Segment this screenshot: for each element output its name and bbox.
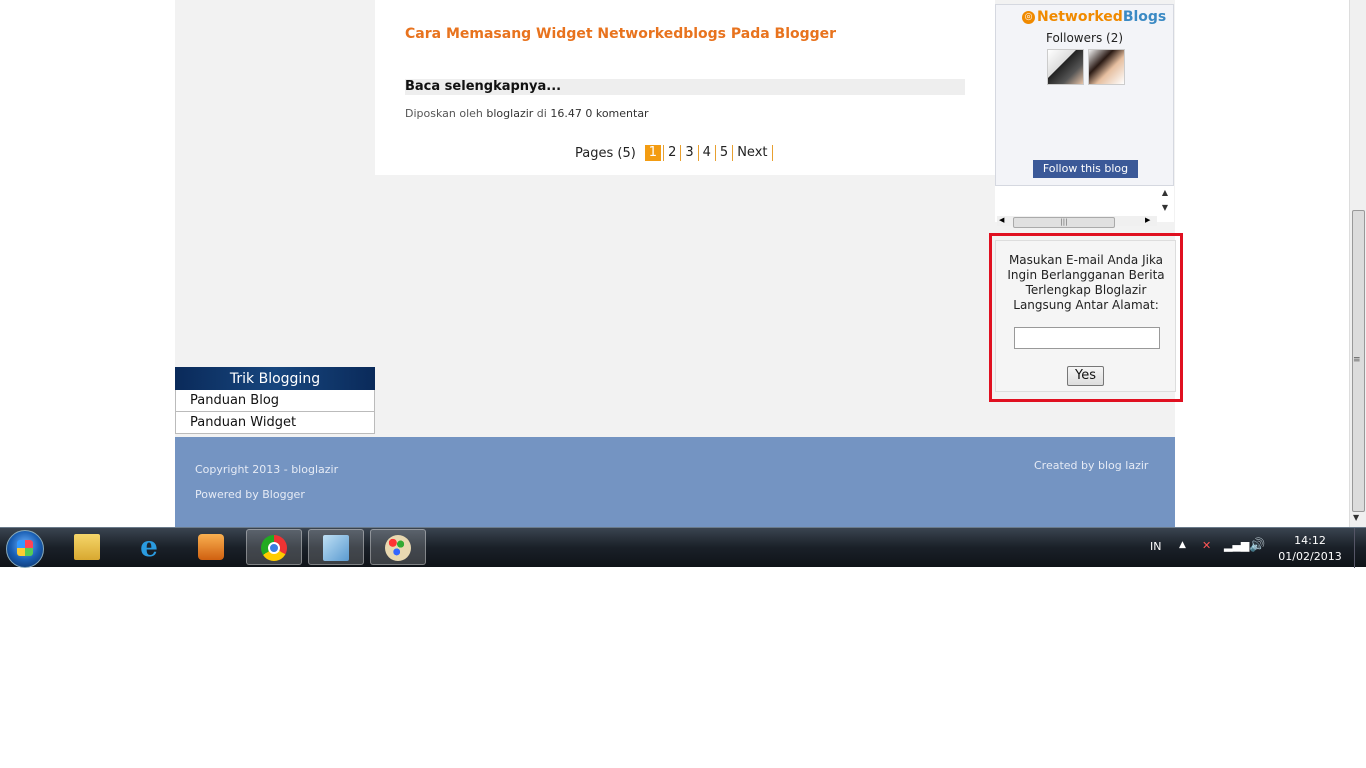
language-indicator[interactable]: IN: [1150, 540, 1161, 580]
taskbar-explorer-button[interactable]: [60, 529, 116, 565]
meta-at: di: [536, 107, 547, 120]
page-4-link[interactable]: 4: [697, 145, 715, 161]
post-title-link[interactable]: Cara Memasang Widget Networkedblogs Pada…: [405, 26, 836, 42]
chrome-icon: [261, 535, 287, 561]
scroll-up-arrow-icon[interactable]: ▲: [1162, 188, 1168, 197]
logo-blogs-text: Blogs: [1122, 9, 1167, 25]
browser-viewport: Cara Memasang Widget Networkedblogs Pada…: [0, 0, 1349, 527]
page-3-link[interactable]: 3: [680, 145, 697, 161]
signal-bars-icon[interactable]: ▂▄▆: [1224, 539, 1249, 579]
horizontal-scroll-thumb[interactable]: |||: [1013, 217, 1115, 228]
subscribe-yes-button[interactable]: Yes: [1067, 366, 1104, 386]
windows-logo-icon: [17, 540, 33, 556]
widget-scroll-area: ▲ ▼ ◀ ||| ▶: [995, 186, 1174, 228]
notes-icon: [323, 535, 349, 561]
scroll-right-arrow-icon[interactable]: ▶: [1145, 216, 1150, 224]
paint-palette-icon: [385, 535, 411, 561]
folder-icon: [74, 534, 100, 560]
show-desktop-button[interactable]: [1354, 528, 1366, 568]
footer-copyright: Copyright 2013 - bloglazir: [195, 463, 339, 476]
page-1-link[interactable]: 1: [644, 145, 662, 161]
page-vertical-scrollbar[interactable]: ≡ ▼: [1349, 0, 1366, 527]
networkedblogs-logo-icon: ◎: [1022, 10, 1035, 24]
logo-networked-text: Networked: [1037, 9, 1123, 25]
follower-avatar[interactable]: [1088, 49, 1125, 85]
right-sidebar: ◎ Networked Blogs Followers (2) Follow th…: [995, 4, 1174, 228]
pages-label: Pages (5): [575, 145, 636, 161]
taskbar-chrome-button[interactable]: [246, 529, 302, 565]
scroll-left-arrow-icon[interactable]: ◀: [999, 216, 1004, 224]
show-hidden-icons-icon[interactable]: ▲: [1179, 540, 1186, 580]
footer: Copyright 2013 - bloglazir Powered by Bl…: [175, 437, 1175, 527]
clock-date: 01/02/2013: [1278, 550, 1342, 563]
clock-time: 14:12: [1294, 534, 1326, 547]
system-clock[interactable]: 14:12 01/02/2013: [1276, 533, 1344, 573]
widget-item-panduan-widget[interactable]: Panduan Widget: [175, 412, 375, 434]
read-more-link[interactable]: Baca selengkapnya...: [405, 79, 965, 95]
subscribe-text: Masukan E-mail Anda Jika Ingin Berlangga…: [1007, 253, 1165, 312]
post-time-link[interactable]: 16.47: [550, 107, 582, 120]
scroll-grip-icon: ≡: [1353, 355, 1361, 365]
footer-created-link[interactable]: Created by blog lazir: [1034, 459, 1148, 472]
taskbar-ie-button[interactable]: e: [122, 529, 178, 565]
followers-count: Followers (2): [1045, 31, 1124, 45]
page-scroll-down-icon[interactable]: ▼: [1353, 513, 1359, 522]
post-meta: Diposkan oleh bloglazir di 16.47 0 komen…: [405, 107, 649, 120]
pagination: Pages (5) 1 2 3 4 5 Next: [575, 145, 773, 161]
follower-avatar[interactable]: [1047, 49, 1084, 85]
scroll-down-arrow-icon[interactable]: ▼: [1162, 203, 1168, 212]
page-2-link[interactable]: 2: [663, 145, 680, 161]
networkedblogs-widget: ◎ Networked Blogs Followers (2) Follow th…: [995, 4, 1174, 186]
page-5-link[interactable]: 5: [714, 145, 732, 161]
taskbar-notes-button[interactable]: [308, 529, 364, 565]
post-area: Cara Memasang Widget Networkedblogs Pada…: [375, 0, 995, 175]
email-subscribe-widget: Masukan E-mail Anda Jika Ingin Berlangga…: [995, 240, 1176, 392]
internet-explorer-icon: e: [140, 530, 158, 563]
next-page-link[interactable]: Next: [732, 145, 773, 161]
footer-powered-link[interactable]: Powered by Blogger: [195, 488, 305, 501]
taskbar-paint-button[interactable]: [370, 529, 426, 565]
networkedblogs-logo[interactable]: ◎ Networked Blogs: [1022, 9, 1166, 25]
widget-item-panduan-blog[interactable]: Panduan Blog: [175, 390, 375, 412]
volume-icon[interactable]: 🔊: [1249, 538, 1265, 578]
media-player-icon: [198, 534, 224, 560]
comments-link[interactable]: 0 komentar: [585, 107, 648, 120]
meta-prefix: Diposkan oleh: [405, 107, 483, 120]
taskbar-media-player-button[interactable]: [184, 529, 240, 565]
email-input[interactable]: [1014, 327, 1160, 349]
windows-taskbar: e IN ▲ ✕ ▂▄▆ 🔊 14:12 01/02/2013: [0, 527, 1366, 568]
widget-title: Trik Blogging: [175, 367, 375, 390]
start-button[interactable]: [6, 530, 44, 568]
network-error-icon[interactable]: ✕: [1202, 539, 1211, 579]
trik-blogging-widget: Trik Blogging Panduan Blog Panduan Widge…: [175, 367, 375, 434]
follow-blog-button[interactable]: Follow this blog: [1033, 160, 1138, 178]
author-link[interactable]: bloglazir: [486, 107, 533, 120]
